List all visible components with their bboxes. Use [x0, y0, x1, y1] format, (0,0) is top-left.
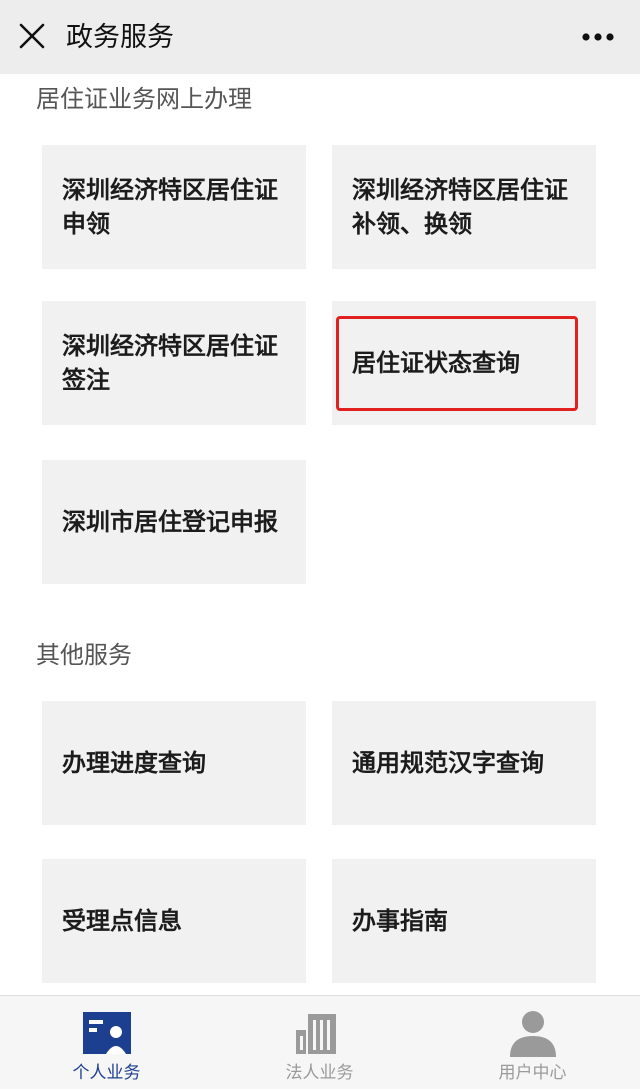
service-card-endorse-permit[interactable]: 深圳经济特区居住证 签注 — [42, 301, 306, 425]
more-horizontal-icon — [582, 33, 614, 41]
service-card-label: 深圳市居住登记申报 — [62, 508, 278, 536]
user-icon — [505, 1008, 561, 1058]
service-card-label: 深圳经济特区居住证 签注 — [62, 332, 278, 394]
service-card-label: 受理点信息 — [62, 907, 182, 935]
page-title: 政务服务 — [66, 22, 174, 53]
section-title-residence: 居住证业务网上办理 — [36, 85, 252, 113]
service-card-character-query[interactable]: 通用规范汉字查询 — [332, 701, 596, 825]
more-button[interactable] — [580, 24, 616, 50]
service-card-reissue-permit[interactable]: 深圳经济特区居住证 补领、换领 — [332, 145, 596, 269]
tab-label: 用户中心 — [498, 1063, 567, 1083]
service-card-label: 办事指南 — [352, 907, 448, 935]
top-bar: 政务服务 — [0, 0, 640, 74]
bottom-tab-bar: 个人业务 法人业务 用户中心 — [0, 995, 640, 1089]
close-icon — [19, 23, 45, 49]
service-card-label: 深圳经济特区居住证 申领 — [62, 176, 278, 238]
highlight-box — [336, 316, 578, 411]
tab-label: 个人业务 — [72, 1063, 141, 1083]
tab-user-center[interactable]: 用户中心 — [426, 996, 639, 1090]
service-card-guide[interactable]: 办事指南 — [332, 859, 596, 983]
section-title-other: 其他服务 — [36, 641, 132, 669]
service-card-label: 深圳经济特区居住证 补领、换领 — [352, 176, 568, 238]
tab-personal[interactable]: 个人业务 — [0, 996, 213, 1090]
close-button[interactable] — [16, 20, 48, 52]
service-card-apply-permit[interactable]: 深圳经济特区居住证 申领 — [42, 145, 306, 269]
tab-corporate[interactable]: 法人业务 — [213, 996, 426, 1090]
service-card-residence-registration[interactable]: 深圳市居住登记申报 — [42, 460, 306, 584]
service-card-service-points[interactable]: 受理点信息 — [42, 859, 306, 983]
tab-label: 法人业务 — [285, 1063, 354, 1083]
id-card-icon — [79, 1008, 135, 1058]
building-icon — [292, 1008, 348, 1058]
service-card-label: 通用规范汉字查询 — [352, 749, 544, 777]
service-card-label: 办理进度查询 — [62, 749, 206, 777]
service-card-progress-query[interactable]: 办理进度查询 — [42, 701, 306, 825]
